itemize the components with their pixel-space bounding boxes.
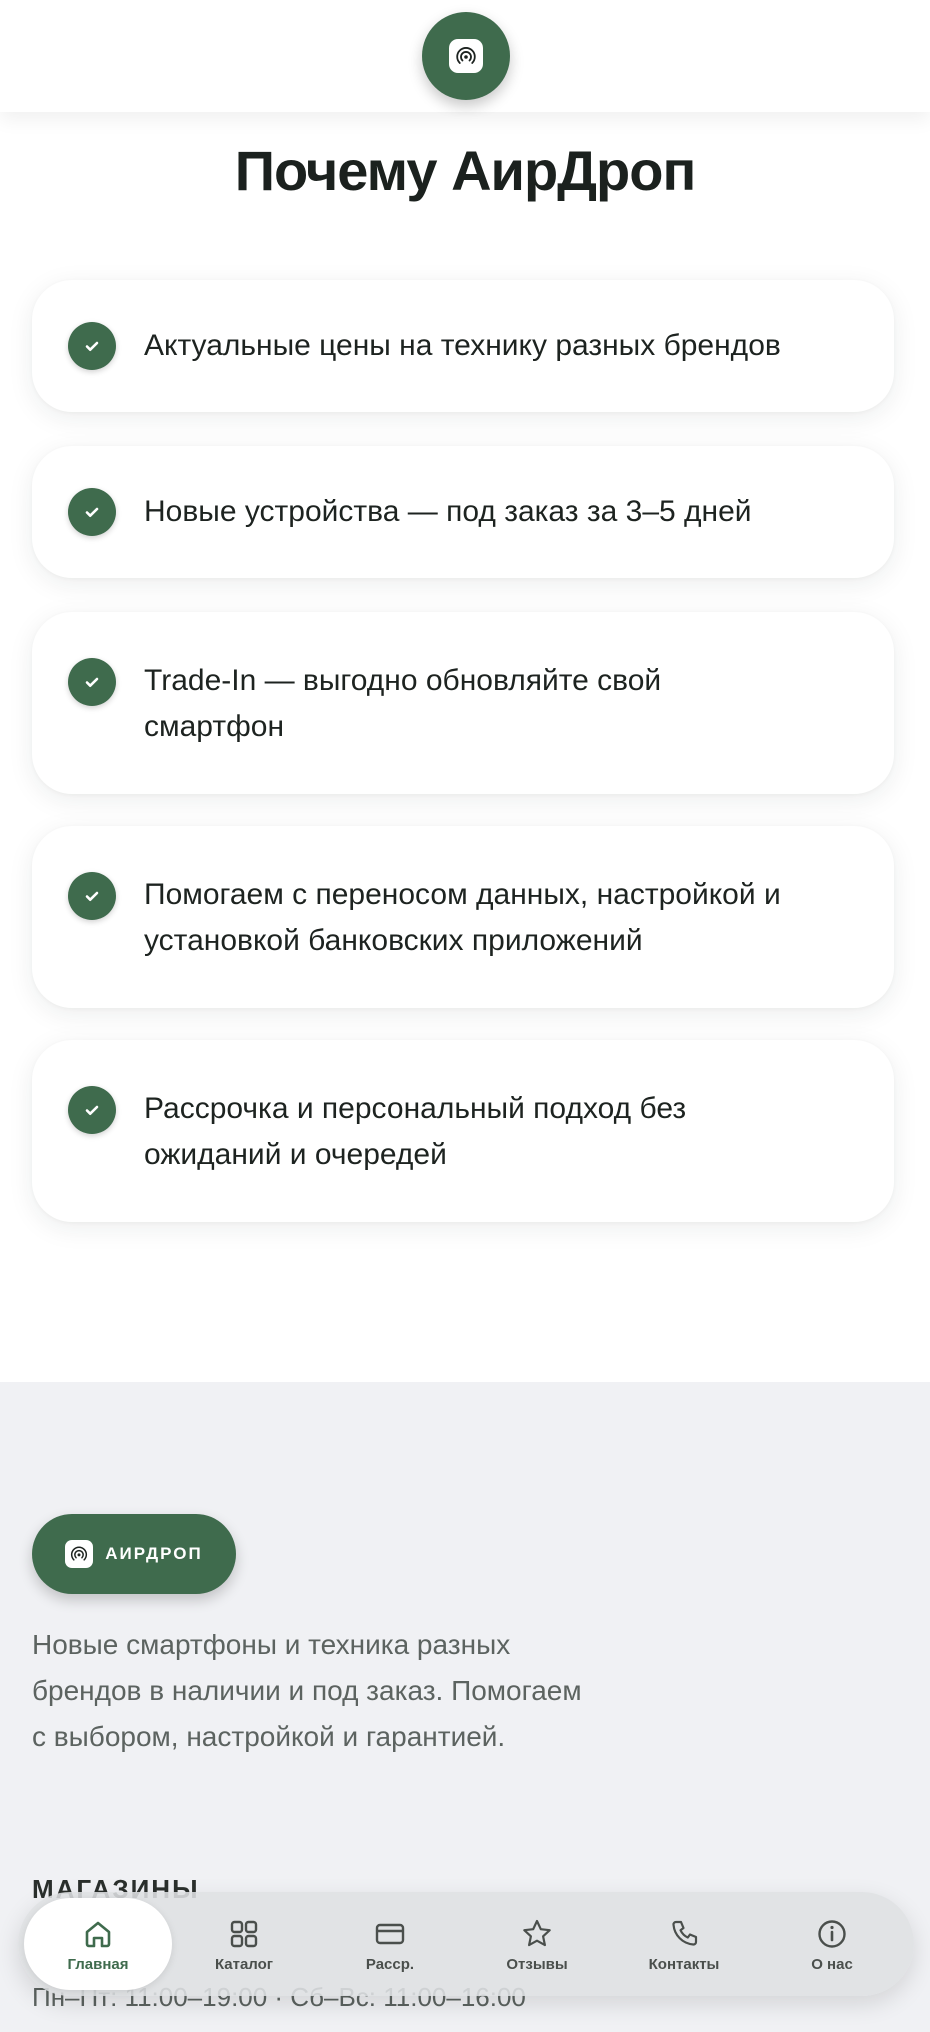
nav-label: Отзывы xyxy=(506,1955,568,1973)
airdrop-signal-icon xyxy=(449,39,483,73)
top-bar xyxy=(0,0,930,112)
check-icon xyxy=(68,488,116,536)
nav-item-home[interactable]: Главная xyxy=(24,1892,172,1996)
nav-item-catalog[interactable]: Каталог xyxy=(170,1892,318,1996)
section-title: Почему АирДроп xyxy=(234,139,697,202)
card-icon xyxy=(375,1923,405,1944)
brand-name: АИРДРОП xyxy=(105,1544,203,1563)
feature-text: Рассрочка и персональный подход без ожид… xyxy=(144,1092,687,1171)
feature-text: Trade-In — выгодно обновляйте свой смарт… xyxy=(144,664,662,743)
check-icon xyxy=(68,1086,116,1134)
logo-button[interactable] xyxy=(422,12,510,100)
nav-item-contacts[interactable]: Контакты xyxy=(610,1892,758,1996)
feature-text: Актуальные цены на технику разных брендо… xyxy=(144,329,781,362)
check-icon xyxy=(68,322,116,370)
feature-text: Новые устройства — под заказ за 3–5 дней xyxy=(144,495,752,528)
phone-icon xyxy=(672,1920,698,1946)
info-icon xyxy=(818,1919,846,1948)
bottom-nav: Главная Каталог Расср. Отзывы Контакты О… xyxy=(18,1892,914,1996)
home-icon xyxy=(85,1921,111,1947)
footer-description: Новые смартфоны и техника разных брендов… xyxy=(32,1629,582,1752)
check-icon xyxy=(68,872,116,920)
nav-item-reviews[interactable]: Отзывы xyxy=(463,1892,611,1996)
feature-card: Trade-In — выгодно обновляйте свой смарт… xyxy=(32,612,894,794)
nav-label: Главная xyxy=(67,1955,129,1973)
check-icon xyxy=(68,658,116,706)
nav-label: Расср. xyxy=(365,1955,415,1973)
nav-label: Контакты xyxy=(648,1955,720,1973)
nav-item-installment[interactable]: Расср. xyxy=(316,1892,464,1996)
feature-text: Помогаем с переносом данных, настройкой … xyxy=(144,878,781,957)
nav-label: Каталог xyxy=(214,1955,274,1973)
nav-label: О нас xyxy=(811,1955,853,1973)
footer-logo-button[interactable]: АИРДРОП xyxy=(32,1514,236,1594)
feature-card: Рассрочка и персональный подход без ожид… xyxy=(32,1040,894,1222)
nav-item-about[interactable]: О нас xyxy=(758,1892,906,1996)
feature-card: Помогаем с переносом данных, настройкой … xyxy=(32,826,894,1008)
feature-card: Новые устройства — под заказ за 3–5 дней xyxy=(32,446,894,578)
airdrop-signal-icon xyxy=(65,1540,94,1568)
feature-card: Актуальные цены на технику разных брендо… xyxy=(32,280,894,412)
star-icon xyxy=(523,1919,551,1946)
grid-icon xyxy=(230,1920,258,1947)
